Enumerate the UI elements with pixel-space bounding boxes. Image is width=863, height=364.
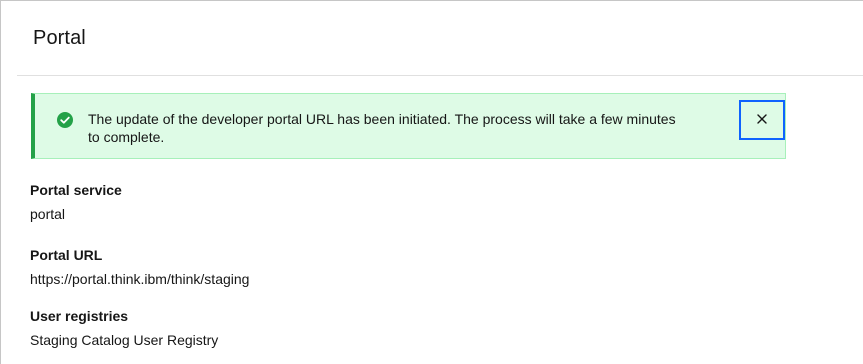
close-icon: [756, 113, 768, 128]
checkmark-filled-icon: [56, 111, 74, 129]
user-registries-label: User registries: [30, 308, 129, 324]
portal-panel: Portal The update of the developer porta…: [0, 0, 863, 364]
portal-service-field: Portal service portal: [30, 181, 122, 223]
user-registries-value: Staging Catalog User Registry: [30, 332, 219, 348]
portal-service-label: Portal service: [30, 182, 122, 198]
portal-url-field: Portal URL https://portal.think.ibm/thin…: [30, 246, 249, 288]
user-registries-field: User registries Staging Catalog User Reg…: [30, 307, 218, 349]
portal-url-label: Portal URL: [30, 247, 103, 263]
panel-header: Portal: [17, 1, 863, 76]
portal-service-value: portal: [30, 206, 66, 222]
notification-message: The update of the developer portal URL h…: [88, 111, 676, 145]
success-notification: The update of the developer portal URL h…: [31, 93, 786, 159]
close-notification-button[interactable]: [739, 100, 785, 140]
portal-url-value: https://portal.think.ibm/think/staging: [30, 271, 250, 287]
page-title: Portal: [33, 27, 86, 49]
